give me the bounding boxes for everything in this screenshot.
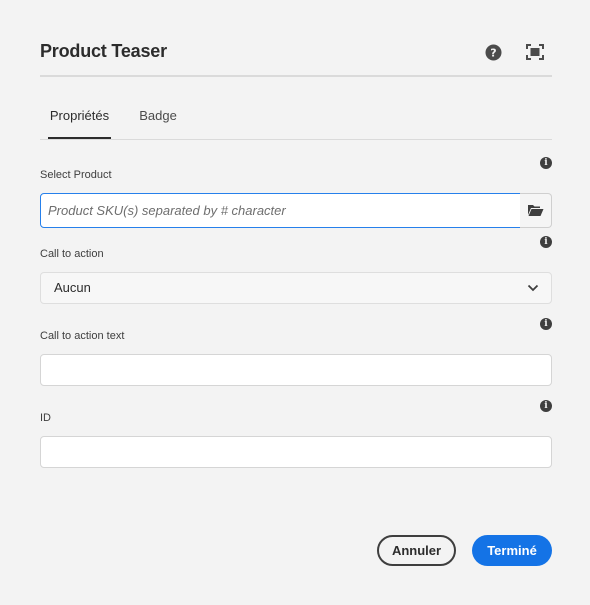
done-button[interactable]: Terminé [472,535,552,566]
tab-proprietes[interactable]: Propriétés [48,100,111,140]
tab-list: Propriétés Badge [40,100,552,140]
info-icon[interactable]: i [540,400,552,412]
id-input[interactable] [40,436,552,468]
call-to-action-select[interactable]: Aucun [40,272,552,304]
folder-open-icon [528,205,544,216]
tabs-divider [40,139,552,140]
select-product-label: Select Product [40,169,112,181]
header-divider [40,75,552,77]
svg-text:?: ? [490,46,496,59]
call-to-action-label: Call to action [40,248,104,260]
tab-badge[interactable]: Badge [136,100,180,140]
fullscreen-icon[interactable] [525,42,545,62]
call-to-action-text-input[interactable] [40,354,552,386]
dialog-title: Product Teaser [40,41,167,61]
chevron-down-icon [527,284,539,292]
id-label: ID [40,412,51,424]
call-to-action-selected-value: Aucun [54,280,91,295]
product-sku-input[interactable] [40,193,521,228]
help-icon[interactable]: ? [483,42,503,62]
info-icon[interactable]: i [540,236,552,248]
info-icon[interactable]: i [540,157,552,169]
browse-products-button[interactable] [520,193,552,228]
call-to-action-text-label: Call to action text [40,330,125,342]
product-teaser-dialog: Product Teaser ? Propriétés Badge i Sele… [0,0,590,605]
cancel-button[interactable]: Annuler [377,535,456,566]
info-icon[interactable]: i [540,318,552,330]
